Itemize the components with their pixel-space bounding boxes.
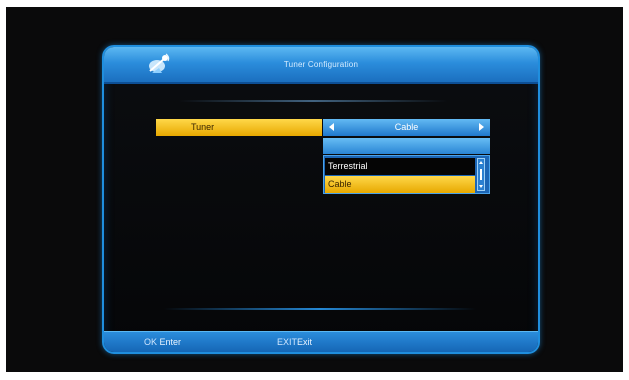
osd-window: Tuner Configuration Tuner Cable Terrestr… — [102, 45, 540, 354]
divider — [164, 308, 476, 310]
page-title: Tuner Configuration — [283, 60, 359, 69]
exit-action-label: Exit — [297, 337, 313, 347]
scroll-down-icon[interactable] — [479, 185, 483, 188]
dropdown-header — [323, 138, 490, 154]
dropdown-option-cable[interactable]: Cable — [325, 176, 475, 193]
tv-screen: Tuner Configuration Tuner Cable Terrestr… — [6, 7, 623, 372]
ok-action-label: Enter — [159, 337, 182, 347]
title-bar: Tuner Configuration — [104, 47, 538, 84]
right-arrow-icon[interactable] — [479, 123, 484, 131]
footer-bar: OK Enter EXITExit — [104, 331, 538, 352]
scrollbar-thumb[interactable] — [480, 169, 482, 180]
hint-ok: OK Enter — [144, 332, 181, 352]
tuner-setting-row[interactable]: Tuner Cable — [156, 119, 490, 136]
tuner-value-selector[interactable]: Cable — [323, 119, 490, 136]
ok-key-label: OK — [144, 337, 158, 347]
divider — [179, 100, 447, 102]
hint-exit: EXITExit — [277, 332, 312, 352]
tuner-label: Tuner — [156, 119, 322, 136]
scrollbar[interactable] — [477, 158, 485, 191]
scroll-up-icon[interactable] — [479, 161, 483, 164]
exit-key-label: EXIT — [277, 337, 298, 347]
tuner-value: Cable — [394, 122, 419, 132]
tuner-dropdown-list[interactable]: Terrestrial Cable — [323, 155, 490, 194]
dropdown-option-terrestrial[interactable]: Terrestrial — [325, 158, 475, 175]
